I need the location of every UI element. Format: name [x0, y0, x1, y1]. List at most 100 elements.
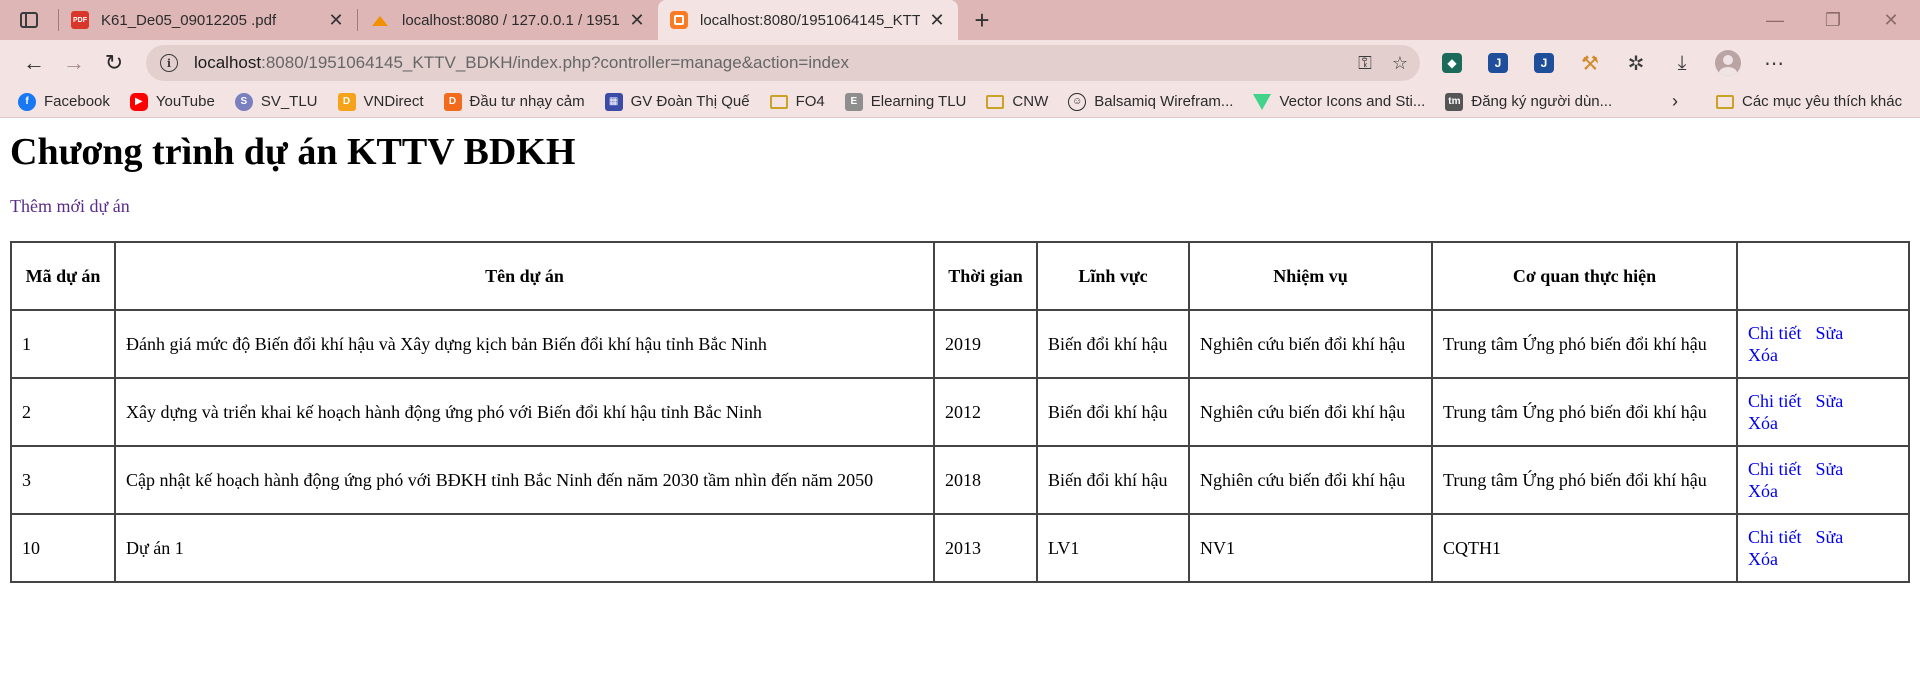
- cell-field: Biến đổi khí hậu: [1037, 378, 1189, 446]
- cell-id: 10: [11, 514, 115, 582]
- header-name: Tên dự án: [115, 242, 934, 310]
- elearning-icon: E: [844, 92, 863, 111]
- close-window-icon[interactable]: ✕: [1862, 0, 1920, 40]
- gv-icon: ▦: [604, 92, 623, 111]
- tab-active-page[interactable]: localhost:8080/1951064145_KTTV ✕: [658, 0, 958, 40]
- cell-task: NV1: [1189, 514, 1432, 582]
- reload-button[interactable]: ↻: [94, 45, 134, 81]
- settings-menu-button[interactable]: ⋯: [1756, 45, 1792, 81]
- restore-icon[interactable]: ❐: [1804, 0, 1862, 40]
- bookmark-item[interactable]: E Elearning TLU: [844, 92, 967, 111]
- header-org: Cơ quan thực hiện: [1432, 242, 1737, 310]
- chevron-right-icon[interactable]: ›: [1672, 91, 1678, 112]
- tab-actions-icon: [20, 12, 38, 28]
- bookmark-item[interactable]: S SV_TLU: [234, 92, 318, 111]
- cell-time: 2018: [934, 446, 1037, 514]
- youtube-icon: ▶: [129, 92, 148, 111]
- cell-org: Trung tâm Ứng phó biến đổi khí hậu: [1432, 310, 1737, 378]
- projects-table: Mã dự án Tên dự án Thời gian Lĩnh vực Nh…: [10, 241, 1910, 583]
- extension-button[interactable]: J: [1480, 45, 1516, 81]
- bookmark-item[interactable]: FO4: [769, 93, 825, 110]
- edit-link[interactable]: Sửa: [1816, 527, 1844, 547]
- bookmark-item[interactable]: ▦ GV Đoàn Thị Quế: [604, 92, 750, 111]
- cell-name: Xây dựng và triển khai kế hoạch hành độn…: [115, 378, 934, 446]
- bookmark-item[interactable]: Vector Icons and Sti...: [1253, 93, 1425, 110]
- cell-org: Trung tâm Ứng phó biến đổi khí hậu: [1432, 378, 1737, 446]
- phpmyadmin-icon: [370, 12, 390, 28]
- url-text[interactable]: localhost:8080/1951064145_KTTV_BDKH/inde…: [194, 53, 849, 73]
- tab-phpmyadmin[interactable]: localhost:8080 / 127.0.0.1 / 1951 ✕: [358, 0, 658, 40]
- cell-actions: Chi tiết Sửa Xóa: [1737, 514, 1909, 582]
- table-header-row: Mã dự án Tên dự án Thời gian Lĩnh vực Nh…: [11, 242, 1909, 310]
- bookmark-item[interactable]: D Đầu tư nhạy cảm: [443, 92, 585, 111]
- svtlu-icon: S: [234, 92, 253, 111]
- folder-icon: [1716, 94, 1734, 109]
- forward-button[interactable]: →: [54, 45, 94, 81]
- new-tab-button[interactable]: +: [962, 0, 1002, 40]
- bookmark-item[interactable]: D VNDirect: [337, 92, 424, 111]
- close-icon[interactable]: ✕: [628, 10, 646, 31]
- folder-icon: [986, 94, 1005, 109]
- bookmark-label: Balsamiq Wirefram...: [1094, 93, 1234, 110]
- bookmark-label: VNDirect: [363, 93, 424, 110]
- extensions-area: ◆ J J ⚒ ✲ ⤓ ⋯: [1434, 45, 1792, 81]
- pdf-icon: PDF: [71, 11, 89, 29]
- edit-link[interactable]: Sửa: [1816, 391, 1844, 411]
- bookmark-item[interactable]: f Facebook: [18, 92, 110, 111]
- back-button[interactable]: ←: [14, 45, 54, 81]
- page-content: Chương trình dự án KTTV BDKH Thêm mới dự…: [0, 130, 1920, 583]
- tab-pdf[interactable]: PDF K61_De05_09012205 .pdf ✕: [59, 0, 357, 40]
- bookmark-label: Đầu tư nhạy cảm: [469, 93, 585, 110]
- puzzle-icon: ✲: [1627, 52, 1645, 75]
- delete-link[interactable]: Xóa: [1748, 549, 1778, 569]
- folder-icon: [769, 94, 788, 109]
- tab-actions-button[interactable]: [0, 0, 58, 40]
- cell-field: LV1: [1037, 514, 1189, 582]
- header-time: Thời gian: [934, 242, 1037, 310]
- bookmark-item[interactable]: CNW: [986, 93, 1048, 110]
- cell-field: Biến đổi khí hậu: [1037, 310, 1189, 378]
- bookmark-label: Elearning TLU: [870, 93, 967, 110]
- cell-name: Đánh giá mức độ Biến đổi khí hậu và Xây …: [115, 310, 934, 378]
- downloads-button[interactable]: ⤓: [1664, 45, 1700, 81]
- extension-button[interactable]: ⚒: [1572, 45, 1608, 81]
- bookmark-label: Facebook: [44, 93, 110, 110]
- add-project-link[interactable]: Thêm mới dự án: [10, 196, 130, 217]
- delete-link[interactable]: Xóa: [1748, 413, 1778, 433]
- bookmark-item[interactable]: tm Đăng ký người dùn...: [1445, 92, 1612, 111]
- detail-link[interactable]: Chi tiết: [1748, 459, 1802, 479]
- bookmark-item[interactable]: ☺ Balsamiq Wirefram...: [1068, 92, 1234, 111]
- table-row: 10 Dự án 1 2013 LV1 NV1 CQTH1 Chi tiết Sửa Xóa: [11, 514, 1909, 582]
- bookmark-item[interactable]: ▶ YouTube: [129, 92, 215, 111]
- minimize-icon[interactable]: —: [1746, 0, 1804, 40]
- account-key-icon[interactable]: ⚿: [1358, 53, 1372, 74]
- other-favorites-folder[interactable]: Các mục yêu thích khác: [1716, 93, 1902, 110]
- profile-button[interactable]: [1710, 45, 1746, 81]
- extension-button[interactable]: J: [1526, 45, 1562, 81]
- other-favorites-label: Các mục yêu thích khác: [1742, 93, 1903, 110]
- detail-link[interactable]: Chi tiết: [1748, 391, 1802, 411]
- edit-link[interactable]: Sửa: [1816, 459, 1844, 479]
- bookmarks-bar: f Facebook ▶ YouTube S SV_TLU D VNDirect D Đầu tư…: [0, 86, 1920, 118]
- delete-link[interactable]: Xóa: [1748, 481, 1778, 501]
- balsamiq-icon: ☺: [1068, 92, 1087, 111]
- extensions-button[interactable]: ✲: [1618, 45, 1654, 81]
- delete-link[interactable]: Xóa: [1748, 345, 1778, 365]
- edit-link[interactable]: Sửa: [1816, 323, 1844, 343]
- address-bar[interactable]: i localhost:8080/1951064145_KTTV_BDKH/in…: [146, 45, 1420, 81]
- info-icon[interactable]: i: [160, 54, 178, 72]
- cell-id: 2: [11, 378, 115, 446]
- detail-link[interactable]: Chi tiết: [1748, 323, 1802, 343]
- cell-time: 2012: [934, 378, 1037, 446]
- close-icon[interactable]: ✕: [327, 10, 345, 31]
- add-favorite-icon[interactable]: ☆: [1392, 53, 1408, 74]
- close-icon[interactable]: ✕: [928, 10, 946, 31]
- detail-link[interactable]: Chi tiết: [1748, 527, 1802, 547]
- cell-id: 1: [11, 310, 115, 378]
- facebook-icon: f: [18, 92, 36, 111]
- extension-j-icon: J: [1488, 53, 1508, 73]
- bookmark-label: Vector Icons and Sti...: [1279, 93, 1426, 110]
- header-task: Nhiệm vụ: [1189, 242, 1432, 310]
- bookmark-label: YouTube: [155, 93, 215, 110]
- extension-button[interactable]: ◆: [1434, 45, 1470, 81]
